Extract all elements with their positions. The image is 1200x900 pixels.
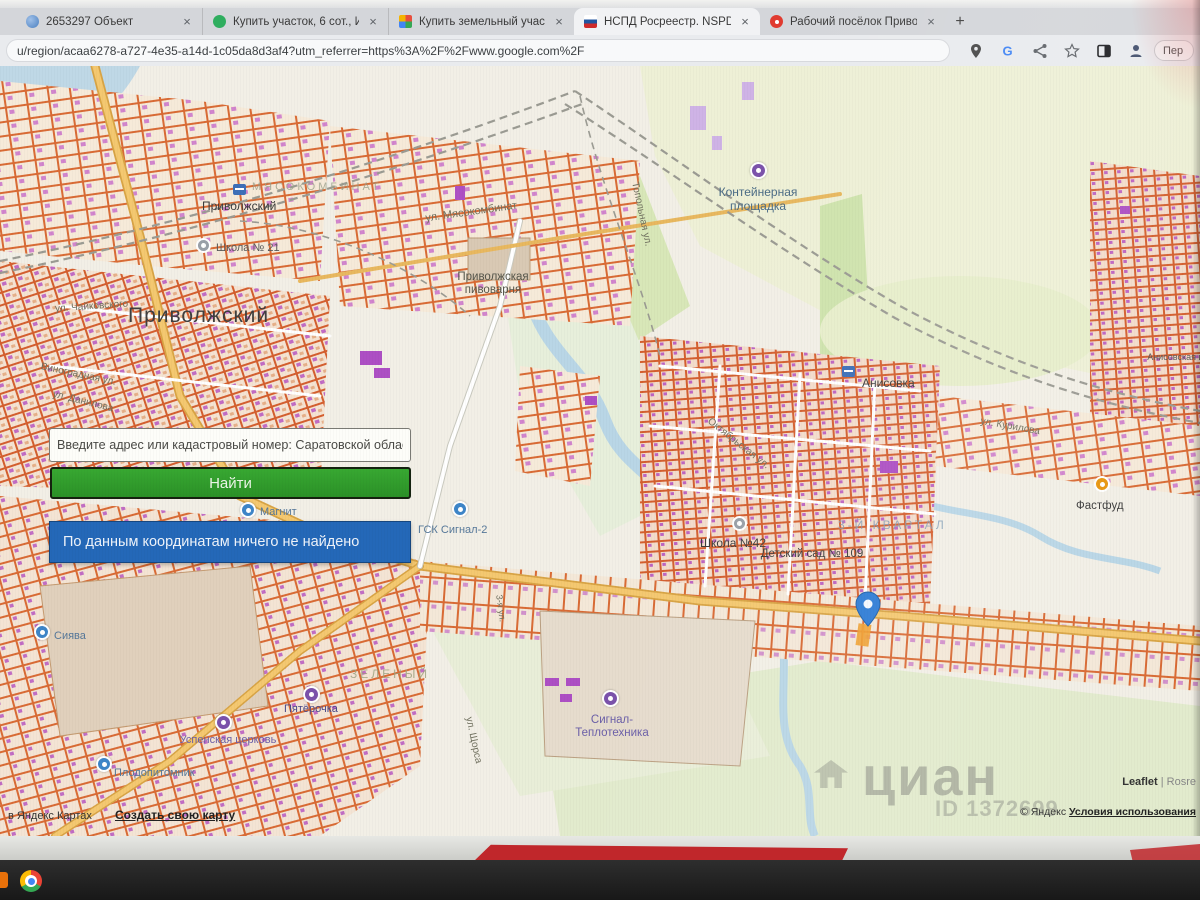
map-label-town: Приволжский — [128, 304, 269, 328]
map-label-pitomnik: Плодопитомник — [114, 767, 195, 779]
yandex-attribution: © Яндекс Условия использования — [1020, 806, 1196, 818]
globe-icon — [26, 15, 39, 28]
tab-kupit-zemelny[interactable]: Купить земельный участок × — [388, 8, 574, 35]
map-label-fastfood: Фастфуд — [1076, 500, 1124, 512]
cian-icon — [399, 15, 412, 28]
toolbar: u/region/acaa6278-a727-4e35-a14d-1c05da8… — [0, 35, 1200, 66]
terms-link[interactable]: Условия использования — [1069, 806, 1196, 818]
close-icon[interactable]: × — [366, 14, 380, 29]
church-icon — [215, 714, 232, 731]
fastfood-icon — [1094, 476, 1110, 492]
google-icon[interactable]: G — [1000, 43, 1016, 59]
rail-station-icon — [233, 184, 246, 195]
leaf-icon — [213, 15, 226, 28]
leaflet-attribution: Leaflet | Rosre — [1122, 776, 1196, 788]
school-icon — [196, 238, 211, 253]
factory-icon — [602, 690, 619, 707]
photographed-laptop-screen: 2653297 Объект × Купить участок, 6 сот.,… — [0, 0, 1200, 900]
profile-icon[interactable] — [1128, 43, 1144, 59]
tab-title: НСПД Росреестр. NSPD пуб — [604, 16, 731, 28]
store-icon — [303, 686, 320, 703]
container-site-icon — [750, 162, 767, 179]
profile-chip[interactable]: Пер — [1154, 40, 1194, 61]
poi-icon — [34, 624, 50, 640]
screen-bezel-top — [0, 0, 1200, 8]
map-label-anisovka: Анисовка — [862, 376, 915, 390]
map-label-container: Контейнерная площадка — [692, 186, 824, 214]
map-label-gsk: ГСК Сигнал-2 — [418, 524, 487, 536]
tab-rabochy-posyolok[interactable]: Рабочий посёлок Привол × — [760, 8, 946, 35]
browser-window: 2653297 Объект × Купить участок, 6 сот.,… — [0, 0, 1200, 858]
store-icon — [240, 502, 256, 518]
tab-nspd-rosreestr-active[interactable]: НСПД Росреестр. NSPD пуб × — [574, 8, 760, 35]
map-label-zeleny: ЗЕЛЕНЫЙ — [350, 667, 430, 681]
ru-flag-icon — [584, 15, 597, 28]
map-label-siyava: Сиява — [54, 630, 86, 642]
map-viewport[interactable]: Приволжский Приволжский Школа № 21 ул. М… — [0, 66, 1200, 836]
find-button[interactable]: Найти — [50, 467, 411, 499]
tab-title: Купить земельный участок — [419, 16, 545, 28]
map-label-school21: Школа № 21 — [216, 242, 280, 254]
map-label-signal-teplo: Сигнал-Теплотехника — [556, 714, 668, 740]
url-input[interactable]: u/region/acaa6278-a727-4e35-a14d-1c05da8… — [6, 39, 950, 62]
rail-station-icon — [842, 366, 855, 377]
chrome-taskbar-icon[interactable] — [20, 870, 42, 892]
map-label-magnit: Магнит — [260, 506, 297, 518]
bookmark-star-icon[interactable] — [1064, 43, 1080, 59]
new-tab-button[interactable]: + — [946, 8, 974, 35]
map-label-station: Приволжский — [202, 199, 276, 213]
tab-title: 2653297 Объект — [46, 16, 173, 28]
close-icon[interactable]: × — [180, 14, 194, 29]
side-panel-icon[interactable] — [1096, 43, 1112, 59]
close-icon[interactable]: × — [552, 14, 566, 29]
laptop-base — [0, 860, 1200, 900]
tab-kupit-uchastok[interactable]: Купить участок, 6 сот., ИЖС × — [202, 8, 388, 35]
tab-object[interactable]: 2653297 Объект × — [16, 8, 202, 35]
map-label-kindergarten: Детский сад № 109 — [756, 548, 868, 561]
location-marker[interactable] — [855, 591, 881, 627]
map-pin-icon — [770, 15, 783, 28]
map-label-kvartal3: 3-Й КВАРТАЛ — [838, 518, 947, 532]
map-label-area: МЯСОКОМБИНАТ — [252, 181, 382, 193]
close-icon[interactable]: × — [738, 14, 752, 29]
create-map-link[interactable]: Создать свою карту — [115, 808, 235, 822]
map-label-brewery: Приволжская пивоварня — [428, 271, 558, 297]
svg-text:G: G — [1003, 43, 1013, 58]
nursery-icon — [96, 756, 112, 772]
garage-coop-icon — [452, 501, 468, 517]
screen-edge-shadow — [1192, 0, 1200, 858]
map-label-church: Успенская церковь — [178, 734, 278, 747]
taskbar-icon-partial — [0, 872, 8, 888]
map-label-pyaterochka: Пятёрочка — [284, 703, 338, 715]
not-found-notice: По данным координатам ничего не найдено — [49, 521, 411, 563]
close-icon[interactable]: × — [924, 14, 938, 29]
search-input[interactable] — [49, 428, 411, 462]
yandex-maps-note: в Яндекс Картах — [8, 810, 92, 822]
share-icon[interactable] — [1032, 43, 1048, 59]
tab-bar: 2653297 Объект × Купить участок, 6 сот.,… — [0, 8, 1200, 35]
tab-title: Купить участок, 6 сот., ИЖС — [233, 16, 359, 28]
school-icon — [732, 516, 747, 531]
tab-title: Рабочий посёлок Привол — [790, 16, 917, 28]
location-pin-icon[interactable] — [968, 43, 984, 59]
toolbar-icons: G — [968, 43, 1144, 59]
